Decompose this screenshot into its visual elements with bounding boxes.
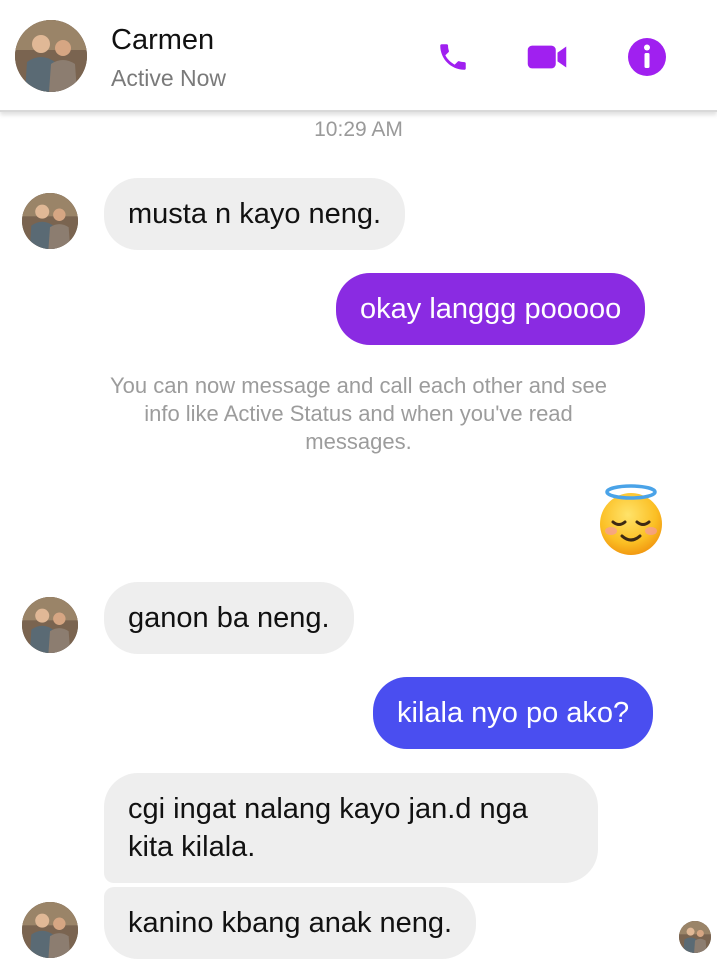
connection-notice: You can now message and call each other … <box>110 373 607 454</box>
incoming-message[interactable]: musta n kayo neng. <box>104 178 406 250</box>
incoming-message[interactable]: kanino kbang anak neng. <box>104 887 477 959</box>
profile-photo-icon <box>22 193 78 249</box>
video-call-button[interactable] <box>526 36 568 78</box>
info-button[interactable] <box>626 36 668 78</box>
profile-photo-icon <box>679 921 711 953</box>
message-timestamp: 10:29 AM <box>314 118 403 141</box>
phone-icon <box>440 44 466 70</box>
contact-name[interactable]: Carmen <box>111 24 214 57</box>
info-icon <box>628 38 666 76</box>
profile-photo-icon <box>15 20 87 92</box>
active-status: Active Now <box>111 65 227 91</box>
sender-avatar[interactable] <box>22 902 78 958</box>
outgoing-message[interactable]: okay langgg pooooo <box>336 273 646 345</box>
incoming-message[interactable]: cgi ingat nalang kayo jan.d nga kita kil… <box>104 773 598 883</box>
profile-photo-icon <box>22 597 78 653</box>
chat-header: Carmen Active Now <box>0 0 717 112</box>
contact-avatar[interactable] <box>15 20 87 92</box>
profile-photo-icon <box>22 902 78 958</box>
sender-avatar[interactable] <box>22 193 78 249</box>
incoming-message[interactable]: ganon ba neng. <box>104 582 354 654</box>
sender-avatar[interactable] <box>22 597 78 653</box>
call-button[interactable] <box>432 36 474 78</box>
read-receipt-avatar <box>679 921 711 953</box>
smiling-face-with-halo-icon[interactable] <box>594 484 668 558</box>
outgoing-message[interactable]: kilala nyo po ako? <box>373 677 654 749</box>
video-camera-icon <box>527 45 567 69</box>
